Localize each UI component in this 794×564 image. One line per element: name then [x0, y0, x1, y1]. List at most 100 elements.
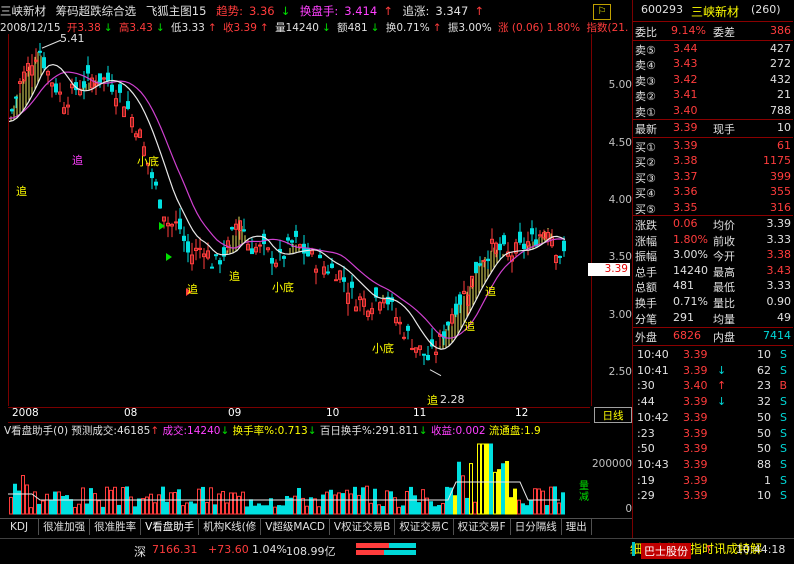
- stat-value: 3.39: [766, 217, 792, 230]
- volume-bar: [209, 487, 213, 515]
- volume-bar: [81, 487, 85, 515]
- tab-kdj[interactable]: KDJ: [0, 519, 40, 535]
- tick-volume: 23: [757, 379, 771, 393]
- volume-bar: [113, 486, 117, 515]
- volume-bar: [289, 497, 293, 515]
- trend-label: 趋势:: [216, 4, 243, 18]
- candle-body: [290, 240, 294, 243]
- xiaodi-mark-3: 小底: [372, 342, 394, 355]
- candle-body: [218, 260, 222, 265]
- buy-price: 3.36: [673, 185, 698, 199]
- x-label-11: 11: [413, 407, 427, 419]
- kline-chart[interactable]: [8, 34, 592, 406]
- stat-label: 总手: [635, 265, 657, 279]
- zhui-mark-3: 追: [187, 283, 198, 296]
- sell-label: 卖③: [635, 74, 656, 88]
- volume-bar: [453, 495, 457, 515]
- buy-price: 3.35: [673, 200, 698, 214]
- candle-body: [446, 321, 450, 326]
- sell-volume: 272: [770, 57, 791, 71]
- chart-title-bar: 三峡新材 筹码超跌综合选 飞狐主图15 趋势: 3.36 ↓ 换盘手: 3.414 ↑ …: [0, 3, 590, 19]
- turnover-hand-label: 换盘手:: [299, 4, 339, 18]
- volume-bar: [193, 503, 197, 515]
- tick-time: :23: [637, 426, 655, 440]
- volume-bar: [477, 443, 481, 515]
- buy-level-2: 买② 3.38 1175: [633, 154, 793, 169]
- candle-body: [178, 218, 182, 230]
- indicator-alt[interactable]: 飞狐主图15: [146, 4, 207, 18]
- stat-label: 振幅: [635, 250, 657, 264]
- candle-body: [230, 227, 234, 230]
- trend-arrow: ↓: [280, 4, 291, 18]
- tick-row: :23 3.39 50 S: [633, 427, 793, 442]
- volume-bar: [213, 504, 217, 515]
- tick-row: :50 3.39 50 S: [633, 442, 793, 457]
- candle-body: [282, 256, 286, 259]
- tab-hz-winrate[interactable]: 很准胜率: [90, 519, 142, 535]
- now-hand-value: 10: [777, 121, 791, 134]
- volume-bar: [493, 471, 497, 515]
- index-amount: 108.99亿: [286, 545, 336, 558]
- volume-bar: [37, 503, 41, 515]
- low-marker-label: 2.28: [440, 393, 465, 406]
- volume-bar: [301, 497, 305, 515]
- tab-warrant-c[interactable]: 权证交易C: [395, 519, 454, 535]
- stat-value: 0.71%: [673, 295, 708, 308]
- volume-bar: [381, 506, 385, 515]
- volume-bar: [353, 486, 357, 515]
- tab-hz-plus[interactable]: 很准加强: [39, 519, 91, 535]
- volume-bar: [285, 495, 289, 515]
- volume-bar: [405, 491, 409, 515]
- zhui-mark-7: 追: [485, 285, 496, 298]
- price-tick-350: 3.50: [608, 251, 632, 263]
- quote-header: 600293 三峡新材 (260): [633, 3, 793, 19]
- volume-bar: [29, 507, 33, 515]
- outer-label: 外盘: [635, 331, 657, 344]
- volume-bar: [537, 488, 541, 515]
- buy-level-5: 买⑤ 3.35 316: [633, 201, 793, 216]
- tab-v-macd[interactable]: V超级MACD: [261, 519, 330, 535]
- volume-bar: [421, 489, 425, 515]
- volume-bar: [25, 484, 29, 515]
- stat-label: 最高: [713, 265, 735, 279]
- candle-body: [330, 263, 334, 268]
- indicator-tabs: KDJ 很准加强 很准胜率 V看盘助手 机构K线(修 V超级MACD V权证交易B 权证交易C…: [0, 518, 632, 537]
- candle-body: [482, 260, 486, 263]
- tick-price: 3.39: [683, 489, 708, 503]
- volume-bar: [561, 492, 565, 515]
- news-stock[interactable]: 巴士股份: [641, 543, 691, 559]
- candle-body: [458, 294, 462, 305]
- day-line-button[interactable]: 日线: [594, 407, 632, 423]
- tab-v-assistant[interactable]: V看盘助手: [141, 519, 200, 535]
- sell-price: 3.40: [673, 103, 698, 117]
- stat-row: 总额 481 最低 3.33: [633, 279, 793, 294]
- tab-warrant-b[interactable]: V权证交易B: [330, 519, 396, 535]
- stat-value: 3.43: [766, 263, 792, 277]
- buy-volume: 355: [770, 185, 791, 199]
- tab-day-divider[interactable]: 日分隔线: [511, 519, 562, 535]
- volume-bar: [13, 483, 17, 515]
- volume-bar: [205, 502, 209, 515]
- tab-institution-kline[interactable]: 机构K线(修: [199, 519, 262, 535]
- volume-bar: [185, 502, 189, 515]
- volume-bar: [385, 490, 389, 515]
- tab-warrant-f[interactable]: 权证交易F: [454, 519, 511, 535]
- volume-chart[interactable]: [8, 436, 590, 516]
- volume-bar: [529, 499, 533, 515]
- candle-body: [154, 181, 158, 186]
- bell-icon[interactable]: ⚐: [593, 4, 611, 20]
- candle-body: [306, 247, 310, 257]
- volume-bar: [241, 491, 245, 515]
- sell-price: 3.44: [673, 42, 698, 55]
- sell-label: 卖①: [635, 105, 656, 119]
- volume-bar: [9, 496, 13, 515]
- ohlc-volume-arrow: ↓: [321, 22, 331, 34]
- volume-bar: [217, 493, 221, 515]
- indicator-name[interactable]: 筹码超跌综合选: [56, 4, 137, 18]
- tab-more[interactable]: 理出: [562, 519, 592, 535]
- volume-bar: [281, 505, 285, 515]
- candle-body: [258, 244, 262, 247]
- volume-bar: [425, 497, 429, 515]
- tick-time: :19: [637, 473, 655, 487]
- outer-inner-row: 外盘 6826 内盘 7414: [633, 329, 793, 344]
